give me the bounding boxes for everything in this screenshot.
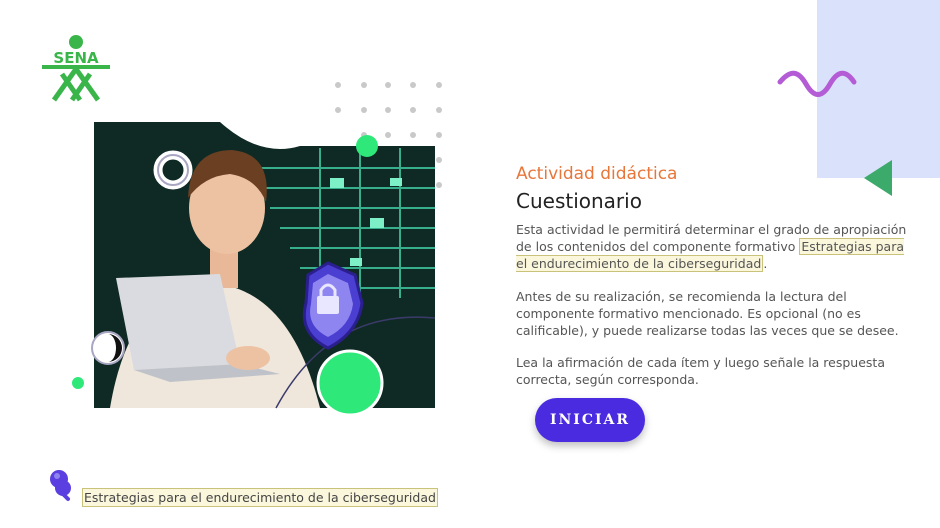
triangle-arrow-icon [864, 160, 892, 196]
wave-decoration-icon [777, 70, 857, 97]
hero-illustration [72, 82, 442, 417]
start-button[interactable]: INICIAR [535, 398, 645, 442]
recommendation-paragraph: Antes de su realización, se recomienda l… [516, 289, 899, 338]
intro-period: . [763, 256, 768, 271]
footer-component-label: Estrategias para el endurecimiento de la… [82, 488, 438, 507]
svg-text:SENA: SENA [53, 49, 99, 67]
instructions-paragraph: Lea la afirmación de cada ítem y luego s… [516, 355, 885, 387]
page-title: Cuestionario [516, 189, 642, 213]
pushpin-icon [50, 470, 71, 501]
intro-paragraph: Esta actividad le permitirá determinar e… [516, 221, 916, 272]
activity-kicker: Actividad didáctica [516, 164, 678, 184]
